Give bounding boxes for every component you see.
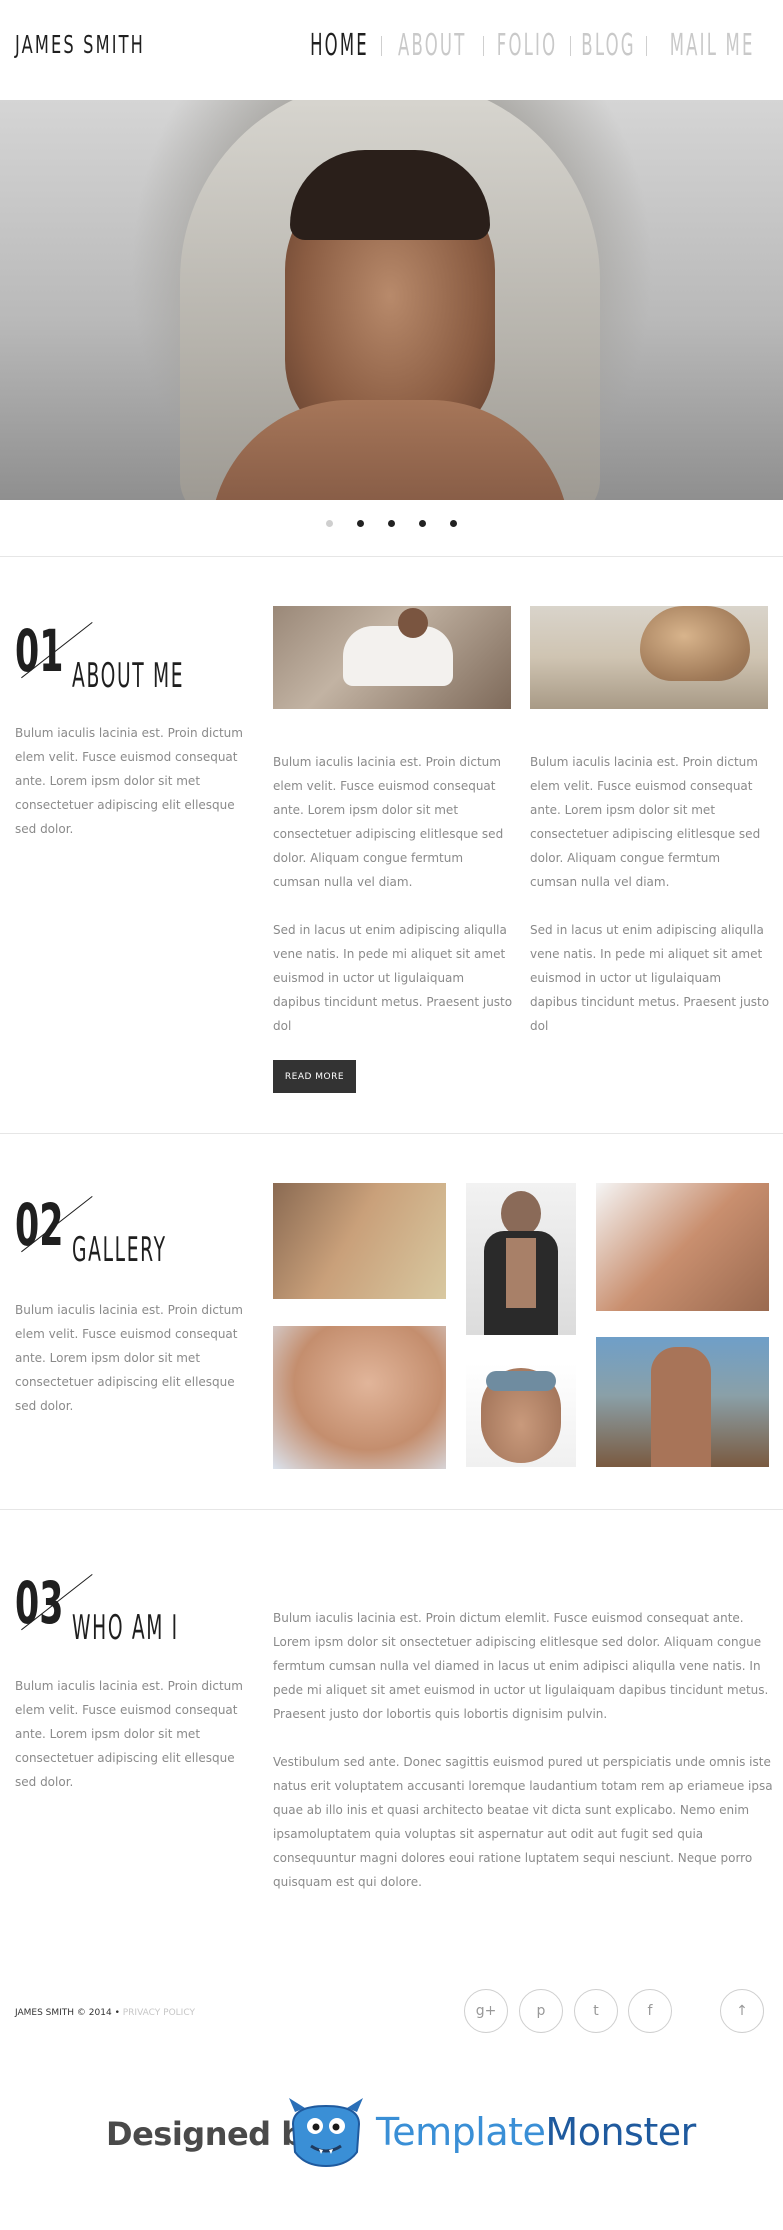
read-more-button[interactable]: READ MORE [273, 1060, 356, 1093]
hero-slider-image [0, 100, 783, 500]
about-intro: Bulum iaculis lacinia est. Proin dictum … [15, 726, 243, 836]
gallery-photo-4[interactable] [273, 1326, 446, 1469]
slider-dot[interactable] [357, 520, 364, 527]
who-paragraph2: Vestibulum sed ante. Donec sagittis euis… [273, 1755, 773, 1889]
arrow-up-glyph: ↑ [736, 2003, 748, 2019]
nav-separator [569, 35, 571, 56]
pinterest-glyph: p [536, 2003, 546, 2019]
about-col1-paragraph1: Bulum iaculis lacinia est. Proin dictum … [273, 755, 504, 889]
pinterest-icon[interactable]: p [519, 1989, 563, 2033]
facebook-icon[interactable]: f [628, 1989, 672, 2033]
gallery-photo-5[interactable] [466, 1363, 576, 1467]
section-divider [0, 1133, 783, 1134]
scroll-to-top-icon[interactable]: ↑ [720, 1989, 764, 2033]
brand-part1: Template [376, 2110, 546, 2154]
section-divider [0, 556, 783, 557]
site-logo[interactable]: JAMES SMITH [15, 30, 145, 59]
template-monster-logo-icon [289, 2098, 363, 2168]
gallery-photo-1[interactable] [273, 1183, 446, 1299]
nav-separator [482, 35, 484, 56]
about-title: ABOUT ME [72, 656, 185, 696]
gallery-photo-2[interactable] [466, 1183, 576, 1335]
gallery-title: GALLERY [72, 1230, 167, 1270]
gallery-photo-3[interactable] [596, 1183, 769, 1311]
copyright-text: JAMES SMITH © 2014 • [15, 2008, 120, 2018]
about-col2-paragraph1: Bulum iaculis lacinia est. Proin dictum … [530, 755, 761, 889]
about-col1-paragraph2: Sed in lacus ut enim adipiscing aliqulla… [273, 923, 513, 1033]
who-title: WHO AM I [72, 1608, 179, 1648]
who-intro: Bulum iaculis lacinia est. Proin dictum … [15, 1679, 243, 1789]
facebook-glyph: f [647, 2003, 653, 2019]
nav-separator [645, 35, 647, 56]
slider-dot[interactable] [326, 520, 333, 527]
gallery-intro: Bulum iaculis lacinia est. Proin dictum … [15, 1303, 243, 1413]
twitter-icon[interactable]: t [574, 1989, 618, 2033]
gallery-photo-6[interactable] [596, 1337, 769, 1467]
privacy-policy-link[interactable]: PRIVACY POLICY [123, 2008, 195, 2018]
main-nav: HOME ABOUT FOLIO BLOG MAIL ME [308, 28, 767, 63]
slider-dot[interactable] [450, 520, 457, 527]
nav-about[interactable]: ABOUT [398, 28, 466, 63]
nav-home[interactable]: HOME [310, 28, 369, 63]
nav-mail-me[interactable]: MAIL ME [669, 28, 754, 63]
slider-dot[interactable] [388, 520, 395, 527]
about-photo-man-sitting [273, 606, 511, 709]
nav-blog[interactable]: BLOG [581, 28, 636, 63]
google-plus-glyph: g+ [475, 2003, 497, 2019]
twitter-glyph: t [593, 2003, 599, 2019]
template-monster-wordmark[interactable]: TemplateMonster [376, 2110, 696, 2154]
about-col2-paragraph2: Sed in lacus ut enim adipiscing aliqulla… [530, 923, 770, 1033]
nav-separator [381, 35, 383, 56]
site-header: JAMES SMITH HOME ABOUT FOLIO BLOG MAIL M… [0, 0, 783, 100]
section-divider [0, 1509, 783, 1510]
nav-folio[interactable]: FOLIO [496, 28, 557, 63]
about-photo-hot-air-balloon [530, 606, 768, 709]
slider-pagination [0, 520, 783, 527]
copyright: JAMES SMITH © 2014 • PRIVACY POLICY [15, 2008, 195, 2018]
slider-dot[interactable] [419, 520, 426, 527]
google-plus-icon[interactable]: g+ [464, 1989, 508, 2033]
brand-part2: Monster [545, 2110, 696, 2154]
who-paragraph1: Bulum iaculis lacinia est. Proin dictum … [273, 1611, 769, 1721]
